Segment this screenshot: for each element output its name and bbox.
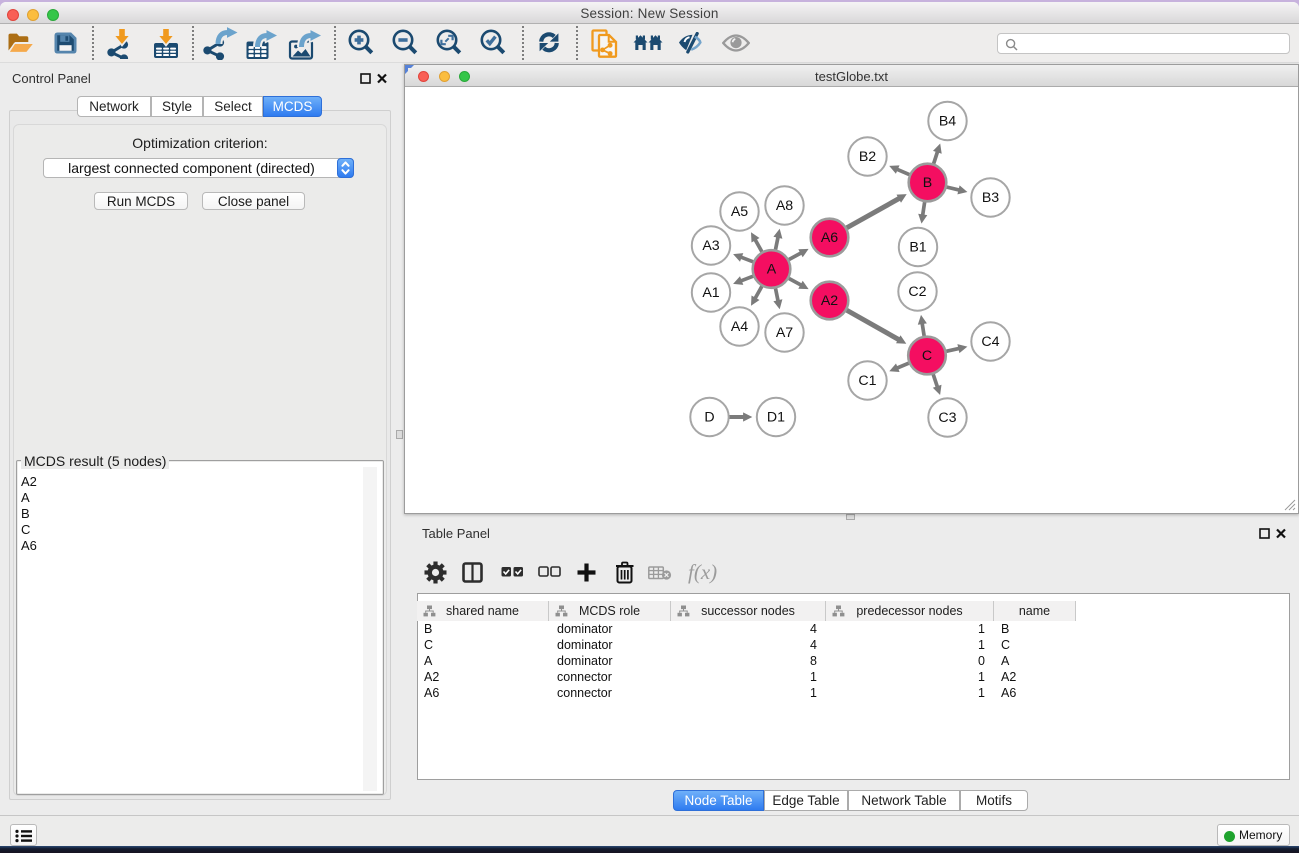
svg-text:A7: A7	[776, 325, 793, 341]
svg-text:B2: B2	[859, 149, 876, 165]
svg-text:B4: B4	[939, 114, 956, 130]
svg-text:A4: A4	[731, 319, 748, 335]
svg-text:C3: C3	[938, 410, 956, 426]
svg-text:A2: A2	[821, 293, 838, 309]
svg-text:B1: B1	[909, 240, 926, 256]
svg-text:C: C	[922, 348, 932, 364]
svg-text:A8: A8	[776, 198, 793, 214]
svg-text:C4: C4	[981, 334, 999, 350]
svg-text:D1: D1	[767, 410, 785, 426]
svg-text:A5: A5	[731, 204, 748, 220]
svg-text:B3: B3	[982, 190, 999, 206]
svg-text:A6: A6	[821, 230, 838, 246]
svg-text:B: B	[923, 175, 932, 191]
svg-text:C1: C1	[858, 373, 876, 389]
svg-text:A: A	[767, 262, 777, 278]
svg-text:A3: A3	[702, 238, 719, 254]
svg-text:D: D	[704, 410, 714, 426]
svg-text:C2: C2	[908, 284, 926, 300]
svg-text:A1: A1	[702, 285, 719, 301]
